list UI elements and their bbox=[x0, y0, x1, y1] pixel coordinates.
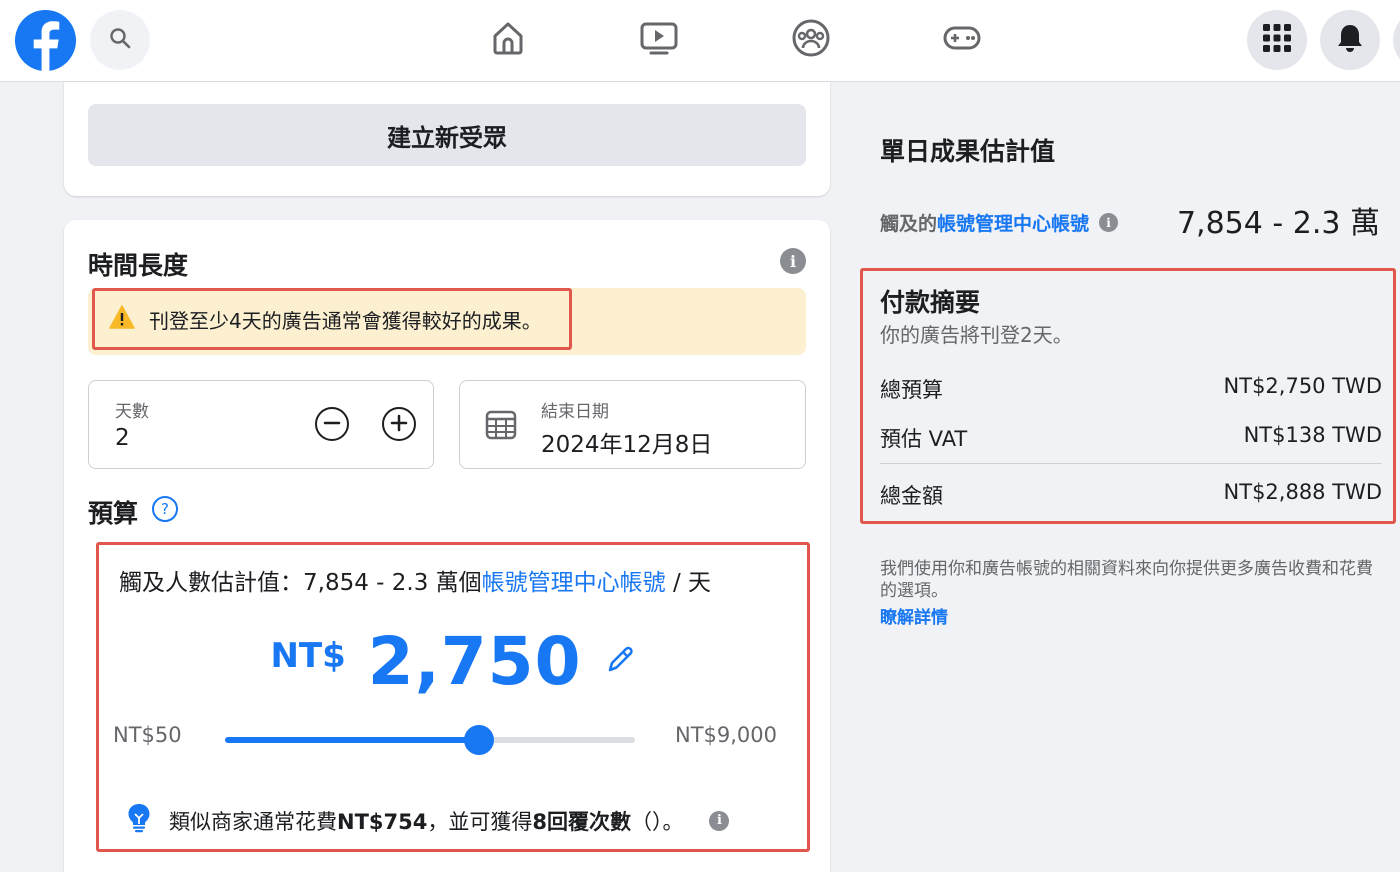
increase-days-button[interactable] bbox=[382, 407, 416, 441]
days-label: 天數 bbox=[115, 402, 149, 422]
estimate-info-icon[interactable]: i bbox=[1099, 213, 1119, 232]
calendar-icon bbox=[484, 407, 518, 445]
edit-pencil-icon[interactable] bbox=[604, 644, 636, 680]
benchmark-text: 類似商家通常花費NT$754，並可獲得8回覆次數（）。 bbox=[169, 806, 683, 836]
home-nav-tab[interactable] bbox=[486, 18, 530, 62]
create-audience-button[interactable]: 建立新受眾 bbox=[88, 104, 806, 166]
billing-footnote: 我們使用你和廣告帳號的相關資料來向你提供更多廣告收費和花費的選項。 bbox=[880, 559, 1373, 602]
payment-summary: 付款摘要 你的廣告將刊登2天。 總預算 NT$2,750 TWD 預估 VAT … bbox=[860, 268, 1396, 524]
tip-suffix: （）。 bbox=[630, 809, 684, 834]
days-field[interactable]: 天數 2 bbox=[88, 380, 434, 469]
warning-icon bbox=[109, 304, 135, 334]
watch-icon bbox=[639, 19, 679, 61]
payment-row: 總預算 NT$2,750 TWD bbox=[880, 374, 1382, 404]
tip-info-icon[interactable]: i bbox=[709, 810, 730, 831]
warning-text: 刊登至少4天的廣告通常會獲得較好的成果。 bbox=[149, 308, 542, 333]
payment-row-value: NT$2,750 TWD bbox=[1223, 374, 1382, 398]
reach-estimate: 觸及人數估計值：7,854 - 2.3 萬個帳號管理中心帳號 / 天 bbox=[119, 563, 711, 597]
groups-nav-tab[interactable] bbox=[789, 18, 833, 62]
duration-warning: 刊登至少4天的廣告通常會獲得較好的成果。 bbox=[92, 288, 572, 350]
audience-card: 建立新受眾 bbox=[64, 82, 830, 196]
notifications-button[interactable] bbox=[1320, 10, 1380, 70]
gaming-icon bbox=[942, 23, 982, 57]
budget-help-icon[interactable]: ? bbox=[152, 496, 178, 522]
payment-total-value: NT$2,888 TWD bbox=[1223, 480, 1382, 504]
lightbulb-icon bbox=[127, 803, 151, 838]
gaming-nav-tab[interactable] bbox=[940, 18, 984, 62]
menu-grid-icon bbox=[1262, 23, 1292, 57]
tip-mid: ，並可獲得 bbox=[427, 809, 533, 834]
tip-amount: NT$754 bbox=[337, 809, 428, 834]
benchmark-tip: 類似商家通常花費NT$754，並可獲得8回覆次數（）。 i bbox=[127, 803, 730, 838]
accounts-center-link[interactable]: 帳號管理中心帳號 bbox=[482, 570, 666, 596]
groups-icon bbox=[791, 18, 831, 62]
home-icon bbox=[489, 19, 527, 61]
estimate-reach-prefix: 觸及的 bbox=[880, 213, 938, 235]
slider-fill bbox=[225, 737, 479, 743]
divider bbox=[880, 463, 1382, 464]
payment-total-label: 總金額 bbox=[880, 484, 943, 508]
plus-icon bbox=[390, 411, 408, 437]
payment-row-value: NT$138 TWD bbox=[1243, 423, 1382, 447]
learn-more-link[interactable]: 瞭解詳情 bbox=[880, 603, 948, 628]
days-value: 2 bbox=[115, 425, 130, 451]
reach-estimate-text: 觸及人數估計值：7,854 - 2.3 萬個 bbox=[119, 570, 482, 596]
currency-label: NT$ bbox=[270, 635, 346, 676]
payment-row-label: 預估 VAT bbox=[880, 427, 968, 451]
payment-total-row: 總金額 NT$2,888 TWD bbox=[880, 480, 1382, 510]
menu-button[interactable] bbox=[1247, 10, 1307, 70]
estimate-reach-value: 7,854 - 2.3 萬 bbox=[1176, 206, 1380, 241]
payment-summary-subtitle: 你的廣告將刊登2天。 bbox=[880, 323, 1073, 347]
tip-prefix: 類似商家通常花費 bbox=[169, 809, 337, 834]
budget-title: 預算 bbox=[88, 499, 139, 528]
daily-estimate-title: 單日成果估計值 bbox=[880, 137, 1056, 166]
bell-icon bbox=[1336, 23, 1364, 57]
end-date-label: 結束日期 bbox=[541, 402, 609, 422]
slider-max-label: NT$9,000 bbox=[675, 723, 778, 747]
tip-frequency: 8回覆次數 bbox=[532, 809, 631, 834]
minus-icon bbox=[323, 411, 341, 437]
budget-panel: 觸及人數估計值：7,854 - 2.3 萬個帳號管理中心帳號 / 天 NT$ 2… bbox=[96, 542, 810, 852]
facebook-logo[interactable] bbox=[14, 9, 77, 72]
duration-title: 時間長度 bbox=[88, 251, 189, 280]
payment-summary-title: 付款摘要 bbox=[880, 288, 981, 317]
search-icon bbox=[108, 26, 132, 54]
search-button[interactable] bbox=[90, 10, 150, 70]
payment-row: 預估 VAT NT$138 TWD bbox=[880, 423, 1382, 453]
payment-row-label: 總預算 bbox=[880, 378, 943, 402]
top-navigation-bar bbox=[0, 0, 1400, 82]
slider-thumb[interactable] bbox=[464, 725, 494, 755]
profile-button[interactable] bbox=[1393, 10, 1400, 70]
info-icon[interactable]: i bbox=[780, 248, 806, 274]
estimate-accounts-link[interactable]: 帳號管理中心帳號 bbox=[937, 213, 1089, 235]
budget-amount: NT$ 2,750 bbox=[99, 623, 807, 700]
duration-budget-card: 時間長度 i 刊登至少4天的廣告通常會獲得較好的成果。 天數 2 結束日期 20… bbox=[64, 220, 830, 872]
budget-amount-value: 2,750 bbox=[367, 623, 582, 700]
end-date-value: 2024年12月8日 bbox=[541, 432, 713, 458]
decrease-days-button[interactable] bbox=[315, 407, 349, 441]
estimate-reach-label: 觸及的帳號管理中心帳號 i bbox=[880, 209, 1119, 236]
slider-min-label: NT$50 bbox=[113, 723, 182, 747]
end-date-field[interactable]: 結束日期 2024年12月8日 bbox=[459, 380, 806, 469]
reach-per-day: / 天 bbox=[665, 570, 712, 596]
watch-nav-tab[interactable] bbox=[637, 18, 681, 62]
budget-slider[interactable] bbox=[225, 725, 635, 755]
